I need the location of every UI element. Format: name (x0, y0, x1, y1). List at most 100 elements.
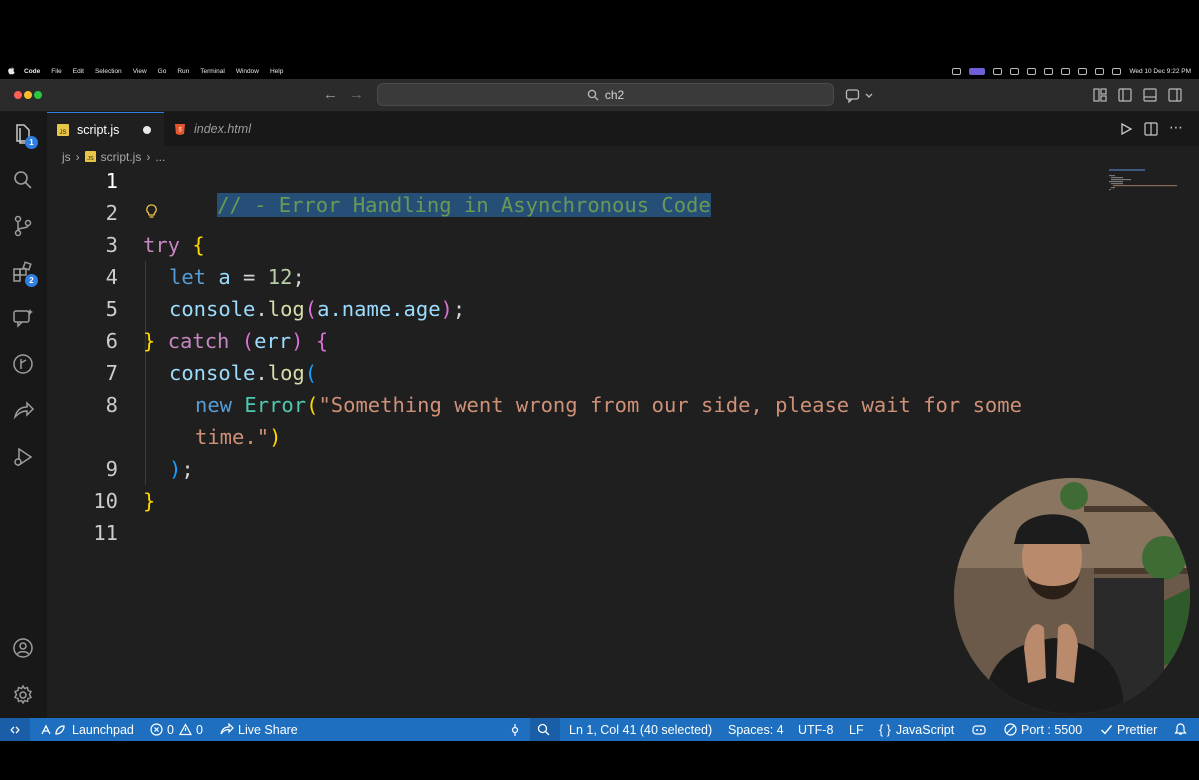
presenter-webcam-overlay (954, 478, 1190, 714)
line-number: 9 (105, 457, 118, 481)
launchpad-status[interactable]: Launchpad (40, 718, 134, 741)
variable-token: console (169, 297, 256, 321)
menu-terminal[interactable]: Terminal (200, 68, 225, 75)
toggle-secondary-sidebar-icon[interactable] (1167, 87, 1183, 103)
close-window-button[interactable] (14, 91, 22, 99)
live-share-icon[interactable] (11, 399, 35, 423)
remote-indicator-icon[interactable] (0, 718, 30, 741)
toggle-primary-sidebar-icon[interactable] (1117, 87, 1133, 103)
run-debug-icon[interactable] (11, 445, 35, 469)
wifi-icon[interactable] (1078, 67, 1088, 75)
cursor-position-status[interactable]: Ln 1, Col 41 (40 selected) (569, 718, 712, 741)
port-label: Port : 5500 (1021, 722, 1083, 737)
bracket-token: ) (440, 297, 453, 321)
eol-status[interactable]: LF (849, 718, 864, 741)
activity-bar: 1 2 (0, 112, 47, 718)
tab-script-js[interactable]: JS script.js (47, 112, 164, 146)
menu-view[interactable]: View (133, 68, 147, 75)
menu-app-name[interactable]: Code (24, 68, 40, 75)
breadcrumb-file[interactable]: script.js (101, 150, 142, 164)
keyword-token: try (143, 233, 181, 257)
breadcrumb-folder[interactable]: js (62, 150, 71, 164)
language-label: JavaScript (895, 722, 955, 737)
svg-text:JS: JS (87, 156, 94, 162)
tray-icon-3[interactable] (1010, 67, 1020, 75)
launchpad-icon (41, 724, 65, 735)
error-count: 0 (167, 722, 174, 737)
menu-edit[interactable]: Edit (73, 68, 84, 75)
function-token: log (267, 361, 305, 385)
menu-go[interactable]: Go (158, 68, 167, 75)
settings-gear-icon[interactable] (11, 683, 35, 707)
chevron-right-icon: › (146, 149, 151, 164)
notifications-bell-icon[interactable] (1174, 718, 1191, 741)
minimap[interactable] (1109, 169, 1179, 199)
code-line-9: ); (169, 457, 194, 481)
live-server-status[interactable]: Port : 5500 (1004, 718, 1082, 741)
back-arrow-icon[interactable]: ← (323, 86, 338, 103)
menu-window[interactable]: Window (236, 68, 259, 75)
menu-file[interactable]: File (51, 68, 61, 75)
bracket-token: ) (291, 329, 304, 353)
javascript-file-icon: JS (84, 151, 96, 162)
control-center-icon[interactable] (1112, 67, 1122, 75)
menu-clock[interactable]: Wed 10 Dec 9:22 PM (1129, 68, 1191, 75)
lightbulb-icon[interactable] (145, 203, 158, 220)
command-center-search[interactable]: ch2 (377, 83, 834, 106)
port-icon (1004, 723, 1017, 736)
live-share-label: Live Share (238, 722, 298, 737)
git-graph-icon[interactable] (11, 352, 35, 376)
split-editor-icon[interactable] (1144, 122, 1158, 136)
variable-token: console (169, 361, 256, 385)
function-token: log (267, 297, 305, 321)
line-number: 6 (105, 329, 118, 353)
toggle-panel-icon[interactable] (1142, 87, 1158, 103)
search-icon (587, 89, 599, 100)
search-view-icon[interactable] (11, 168, 35, 192)
screen-record-icon[interactable] (969, 67, 986, 75)
minimize-window-button[interactable] (24, 91, 32, 99)
run-file-icon[interactable] (1119, 122, 1133, 136)
more-actions-icon[interactable]: ⋯ (1169, 119, 1183, 136)
code-line-5: console.log(a.name.age); (169, 297, 465, 321)
encoding-status[interactable]: UTF-8 (798, 718, 833, 741)
code-line-6: } catch (err) { (143, 329, 328, 353)
explorer-icon[interactable]: 1 (11, 122, 38, 149)
unsaved-changes-dot[interactable] (143, 125, 152, 134)
tray-icon-4[interactable] (1027, 67, 1037, 75)
extensions-badge: 2 (25, 274, 38, 287)
bracket-token: } (143, 489, 156, 513)
copilot-chat-icon[interactable] (845, 87, 861, 103)
forward-arrow-icon[interactable]: → (349, 86, 364, 103)
language-mode-status[interactable]: { } JavaScript (879, 718, 954, 741)
accounts-icon[interactable] (11, 636, 35, 660)
live-share-status[interactable]: Live Share (220, 718, 298, 741)
extensions-icon[interactable]: 2 (11, 260, 38, 287)
source-control-icon[interactable] (11, 214, 35, 238)
copilot-status-icon[interactable] (509, 718, 525, 741)
zoom-search-icon[interactable] (530, 718, 560, 741)
problems-status[interactable]: 0 0 (150, 718, 203, 741)
menu-selection[interactable]: Selection (95, 68, 122, 75)
tray-icon-5[interactable] (1044, 67, 1054, 75)
copilot-icon[interactable] (971, 718, 991, 741)
menu-run[interactable]: Run (177, 68, 189, 75)
indentation-status[interactable]: Spaces: 4 (728, 718, 784, 741)
tray-icon-1[interactable] (952, 67, 962, 75)
maximize-window-button[interactable] (34, 91, 42, 99)
apple-icon[interactable] (8, 67, 15, 75)
tab-index-html[interactable]: 5 index.html (164, 112, 284, 146)
punctuation-token: . (255, 297, 268, 321)
chevron-down-icon[interactable] (864, 87, 874, 103)
line-number: 2 (105, 201, 118, 225)
prettier-status[interactable]: Prettier (1100, 718, 1157, 741)
menu-help[interactable]: Help (270, 68, 283, 75)
status-bar: Launchpad 0 0 Live Share Ln 1, Col 41 (4… (0, 718, 1199, 741)
breadcrumb-symbols[interactable]: ... (155, 150, 165, 164)
customize-layout-icon[interactable] (1092, 87, 1108, 103)
remote-explorer-icon[interactable] (11, 306, 35, 330)
line-number: 11 (93, 521, 118, 545)
battery-icon[interactable] (1061, 67, 1071, 75)
spotlight-icon[interactable] (1095, 67, 1105, 75)
tray-icon-2[interactable] (993, 67, 1003, 75)
